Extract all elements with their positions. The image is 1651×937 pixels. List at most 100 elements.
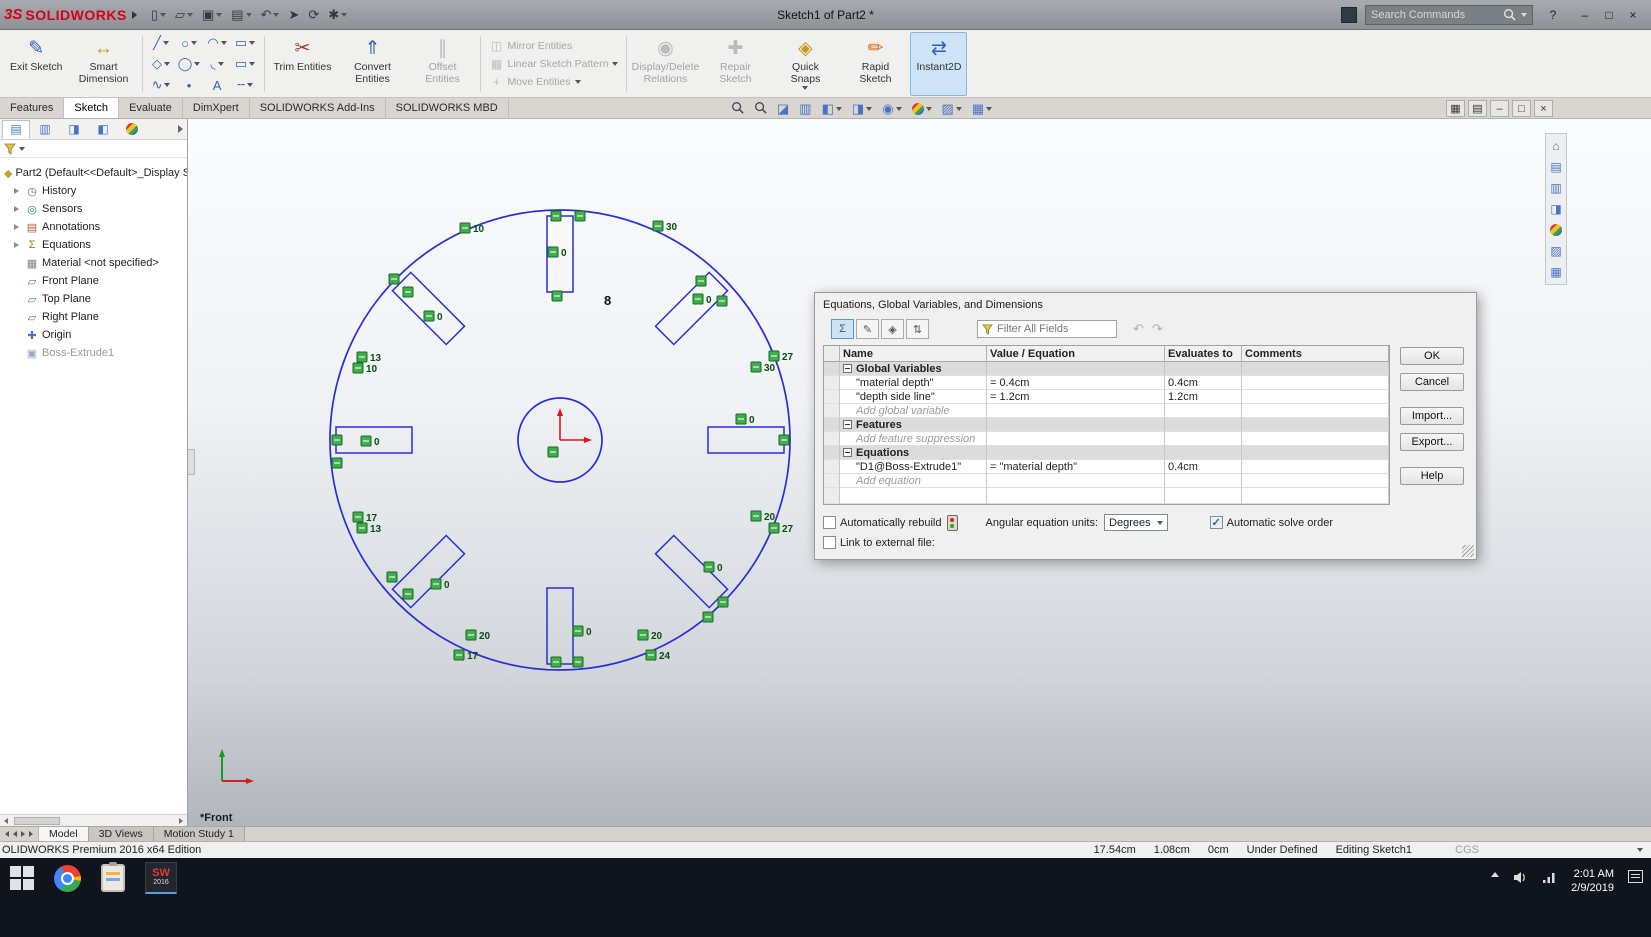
scrollbar-thumb[interactable]	[14, 816, 60, 825]
dimension-label[interactable]: 13	[370, 353, 382, 364]
scenes-button[interactable]: ▨	[1547, 242, 1565, 260]
doc-tab-model[interactable]: Model	[39, 827, 89, 841]
slot-caret-icon[interactable]	[249, 62, 256, 66]
equations-table[interactable]: Name Value / Equation Evaluates to Comments…	[823, 345, 1390, 505]
tab-scroll-buttons[interactable]	[0, 827, 39, 841]
tab-evaluate[interactable]: Evaluate	[119, 98, 183, 118]
tree-item-boss-extrude1[interactable]: ▣ Boss-Extrude1	[4, 344, 187, 362]
zoom-fit-button[interactable]	[728, 99, 747, 118]
dimension-label[interactable]: 10	[366, 364, 378, 375]
unit-system[interactable]: CGS	[1455, 844, 1479, 856]
section-header-row[interactable]: Features	[824, 418, 1389, 432]
new-button[interactable]: ▯	[147, 4, 170, 26]
table-row[interactable]: "depth side line" = 1.2cm 1.2cm	[824, 390, 1389, 404]
help-button[interactable]: ?	[1541, 5, 1565, 25]
cell-name[interactable]: "depth side line"	[840, 390, 987, 404]
exit-sketch-button[interactable]: ✎ Exit Sketch	[4, 32, 69, 96]
display-settings-button[interactable]: ◧	[819, 99, 845, 118]
tree-item-front-plane[interactable]: ▱ Front Plane	[4, 272, 187, 290]
close-doc-button[interactable]: ×	[1534, 100, 1553, 117]
tree-item-material-not-specified-[interactable]: ▦ Material <not specified>	[4, 254, 187, 272]
apply-scene-caret-icon[interactable]	[955, 106, 962, 111]
appearances-button[interactable]	[1547, 221, 1565, 239]
circle-caret-icon[interactable]	[190, 41, 197, 45]
expand-arrow-icon[interactable]	[14, 241, 22, 249]
edit-appearance-button[interactable]	[909, 99, 935, 118]
sketch-slot[interactable]	[707, 426, 785, 454]
automatically-rebuild-checkbox[interactable]	[823, 516, 836, 529]
search-icon[interactable]	[1503, 8, 1516, 21]
dialog-resize-grip[interactable]	[1462, 545, 1474, 557]
cell-comments[interactable]	[1242, 376, 1389, 390]
taskbar-clock[interactable]: 2:01 AM 2/9/2019	[1571, 868, 1614, 896]
volume-icon[interactable]	[1513, 871, 1528, 884]
construction-tool-button[interactable]: ╌	[232, 75, 259, 96]
panel-expand-chevron-icon[interactable]	[178, 125, 183, 133]
equations-dialog[interactable]: Equations, Global Variables, and Dimensi…	[814, 292, 1477, 560]
new-window-button[interactable]: ▤	[1468, 100, 1487, 117]
help-button[interactable]: Help	[1400, 467, 1464, 485]
dimxpert-manager-tab[interactable]: ◧	[89, 120, 117, 139]
tab-features[interactable]: Features	[0, 98, 65, 118]
add-row-label[interactable]: Add feature suppression	[840, 432, 987, 446]
network-icon[interactable]	[1542, 871, 1557, 884]
smart-dimension-button[interactable]: ↔ Smart Dimension	[69, 32, 139, 96]
status-options-caret-icon[interactable]	[1637, 848, 1643, 852]
scroll-left-icon[interactable]	[0, 815, 12, 827]
add-row[interactable]: Add global variable	[824, 404, 1389, 418]
equation-view-button[interactable]: Σ	[831, 319, 854, 339]
dimension-label[interactable]: 17	[467, 651, 479, 662]
view-palette-button[interactable]: ◨	[1547, 200, 1565, 218]
tree-root-item[interactable]: ◆Part2 (Default<<Default>_Display State	[4, 164, 187, 182]
sketch-slot[interactable]	[654, 271, 729, 346]
quick-snaps-button[interactable]: ◈ Quick Snaps	[770, 32, 840, 96]
dimension-label[interactable]: 0	[437, 312, 443, 323]
display-delete-relations-button[interactable]: ◉ Display/Delete Relations	[630, 32, 700, 96]
collapse-icon[interactable]	[843, 364, 852, 373]
search-scope-caret-icon[interactable]	[1521, 12, 1527, 17]
dimension-label[interactable]: 17	[366, 513, 378, 524]
dimension-label[interactable]: 13	[370, 524, 382, 535]
cell-comments[interactable]	[1242, 460, 1389, 474]
table-row[interactable]: "D1@Boss-Extrude1" = "material depth" 0.4c…	[824, 460, 1389, 474]
options-button[interactable]: ✱	[324, 4, 351, 26]
feature-manager-tab[interactable]: ▤	[2, 119, 30, 139]
options-caret-icon[interactable]	[341, 12, 348, 17]
dimension-view-button[interactable]: ◈	[881, 319, 904, 339]
line-tool-button[interactable]: ╱	[148, 33, 175, 54]
cell-name[interactable]: "D1@Boss-Extrude1"	[840, 460, 987, 474]
dimension-label[interactable]: 20	[764, 512, 776, 523]
apply-scene-button[interactable]: ▨	[939, 99, 965, 118]
dimension-label[interactable]: 27	[782, 352, 794, 363]
undo-button[interactable]: ↶	[257, 4, 284, 26]
polygon-caret-icon[interactable]	[164, 62, 171, 66]
close-button[interactable]: ×	[1621, 5, 1645, 25]
chrome-taskbar-icon[interactable]	[52, 862, 83, 894]
ordered-view-button[interactable]: ⇅	[906, 319, 929, 339]
undo-icon[interactable]: ↶	[1133, 321, 1144, 337]
solidworks-taskbar-icon[interactable]: SW 2016	[143, 862, 179, 894]
collapse-icon[interactable]	[843, 420, 852, 429]
display-style-button[interactable]: ◨	[849, 99, 875, 118]
row-selector[interactable]	[824, 460, 840, 474]
dimension-label[interactable]: 0	[706, 295, 712, 306]
open-caret-icon[interactable]	[186, 12, 193, 17]
arc-tool-button[interactable]: ◠	[204, 33, 231, 54]
feature-filter-row[interactable]	[0, 140, 187, 158]
dimension-label[interactable]: 27	[782, 524, 794, 535]
minimize-button[interactable]: –	[1573, 5, 1597, 25]
spline-tool-button[interactable]: ∿	[148, 75, 175, 96]
filter-all-fields-box[interactable]: Filter All Fields	[977, 320, 1117, 338]
start-button[interactable]	[8, 862, 36, 894]
open-button[interactable]: ▱	[171, 4, 197, 26]
print-caret-icon[interactable]	[245, 12, 252, 17]
section-header-row[interactable]: Global Variables	[824, 362, 1389, 376]
display-manager-tab[interactable]	[118, 120, 146, 139]
rebuild-stoplight-icon[interactable]	[946, 514, 958, 531]
restore-doc-button[interactable]: □	[1512, 100, 1531, 117]
arc-caret-icon[interactable]	[220, 41, 227, 45]
tab-sketch[interactable]: Sketch	[64, 98, 120, 118]
rebuild-button[interactable]: ⟳	[304, 4, 323, 26]
solidworks-resources-button[interactable]: ⌂	[1547, 137, 1565, 155]
sketch-equation-view-button[interactable]: ✎	[856, 319, 879, 339]
